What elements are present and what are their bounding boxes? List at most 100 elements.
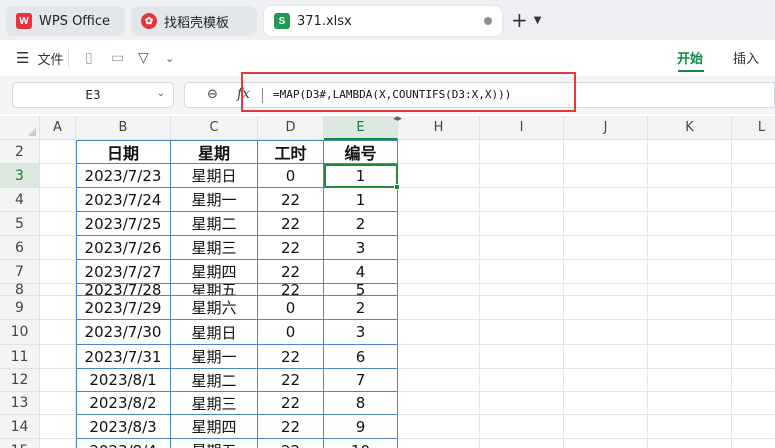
cell-empty[interactable]	[732, 260, 775, 284]
table-cell[interactable]: 10	[324, 439, 398, 448]
column-header[interactable]: E	[324, 116, 398, 140]
cell-empty[interactable]	[564, 260, 648, 284]
cell-empty[interactable]	[732, 140, 775, 164]
table-cell[interactable]: 3	[324, 320, 398, 345]
table-cell[interactable]: 22	[258, 439, 324, 448]
table-cell[interactable]: 2023/8/4	[76, 439, 171, 448]
cell-empty[interactable]	[732, 320, 775, 345]
zoom-search-icon[interactable]: ⊖	[207, 87, 218, 102]
table-cell[interactable]: 7	[324, 369, 398, 392]
cell-empty[interactable]	[648, 415, 732, 439]
cell-empty[interactable]	[648, 284, 732, 296]
formula-bar[interactable]: ⊖ fx =MAP(D3#,LAMBDA(X,COUNTIFS(D3:X,X))…	[184, 82, 775, 108]
column-header[interactable]: H	[398, 116, 480, 140]
cell-empty[interactable]	[564, 188, 648, 212]
cell-empty[interactable]	[398, 320, 480, 345]
table-cell[interactable]: 2023/7/29	[76, 296, 171, 320]
table-cell[interactable]: 星期三	[171, 392, 258, 415]
cell-empty[interactable]	[732, 439, 775, 448]
table-cell[interactable]: 3	[324, 236, 398, 260]
table-cell[interactable]: 2023/7/28	[76, 284, 171, 296]
cell-empty[interactable]	[564, 439, 648, 448]
cell-empty[interactable]	[564, 212, 648, 236]
column-header[interactable]: I	[480, 116, 564, 140]
column-header[interactable]: J	[564, 116, 648, 140]
row-header[interactable]: 7	[0, 260, 40, 284]
tab-spreadsheet[interactable]: S 371.xlsx	[264, 6, 502, 36]
row-header[interactable]: 3	[0, 164, 40, 188]
table-header-cell[interactable]: 工时	[258, 140, 324, 164]
cell-empty[interactable]	[732, 212, 775, 236]
paste-icon[interactable]: ▭	[111, 48, 124, 68]
table-header-cell[interactable]: 日期	[76, 140, 171, 164]
table-cell[interactable]: 2023/8/1	[76, 369, 171, 392]
cell-empty[interactable]	[480, 140, 564, 164]
chevron-down-icon[interactable]: ▼	[534, 15, 542, 26]
table-cell[interactable]: 星期四	[171, 415, 258, 439]
select-all-corner[interactable]	[0, 116, 40, 140]
table-cell[interactable]: 1	[324, 188, 398, 212]
cell-empty[interactable]	[398, 415, 480, 439]
cell-empty[interactable]	[480, 236, 564, 260]
name-box[interactable]: E3 ⌄	[12, 82, 174, 108]
cell-empty[interactable]	[648, 212, 732, 236]
cell-empty[interactable]	[648, 140, 732, 164]
close-tab-icon[interactable]	[484, 17, 492, 25]
cell-empty[interactable]	[40, 188, 76, 212]
cell-empty[interactable]	[732, 369, 775, 392]
cell-empty[interactable]	[732, 236, 775, 260]
cell-empty[interactable]	[40, 345, 76, 369]
table-cell[interactable]: 8	[324, 392, 398, 415]
cell-empty[interactable]	[732, 284, 775, 296]
row-header[interactable]: 9	[0, 296, 40, 320]
cell-empty[interactable]	[40, 140, 76, 164]
cell-empty[interactable]	[398, 164, 480, 188]
table-cell[interactable]: 星期二	[171, 369, 258, 392]
cell-empty[interactable]	[648, 345, 732, 369]
table-cell[interactable]: 星期一	[171, 188, 258, 212]
cell-empty[interactable]	[480, 439, 564, 448]
cell-empty[interactable]	[40, 284, 76, 296]
cell-empty[interactable]	[40, 296, 76, 320]
row-header[interactable]: 8	[0, 282, 40, 298]
table-cell[interactable]: 22	[258, 345, 324, 369]
cell-empty[interactable]	[480, 345, 564, 369]
table-cell[interactable]: 2023/8/3	[76, 415, 171, 439]
cell-empty[interactable]	[40, 236, 76, 260]
row-header[interactable]: 11	[0, 345, 40, 369]
cell-empty[interactable]	[40, 260, 76, 284]
fill-handle[interactable]	[394, 184, 400, 190]
table-cell[interactable]: 0	[258, 320, 324, 345]
cell-empty[interactable]	[564, 284, 648, 296]
row-header[interactable]: 2	[0, 140, 40, 164]
cell-empty[interactable]	[40, 164, 76, 188]
ribbon-tab-home[interactable]: 开始	[677, 48, 703, 67]
cell-empty[interactable]	[40, 439, 76, 448]
cell-empty[interactable]	[398, 140, 480, 164]
cell-empty[interactable]	[398, 260, 480, 284]
cell-empty[interactable]	[480, 260, 564, 284]
cell-empty[interactable]	[732, 392, 775, 415]
table-cell[interactable]: 0	[258, 296, 324, 320]
row-header[interactable]: 4	[0, 188, 40, 212]
column-header[interactable]: B	[76, 116, 171, 140]
cell-empty[interactable]	[480, 369, 564, 392]
cell-empty[interactable]	[732, 345, 775, 369]
cell-empty[interactable]	[480, 392, 564, 415]
cell-empty[interactable]	[564, 236, 648, 260]
table-header-cell[interactable]: 星期	[171, 140, 258, 164]
table-cell[interactable]: 0	[258, 164, 324, 188]
cell-empty[interactable]	[732, 415, 775, 439]
cell-empty[interactable]	[398, 296, 480, 320]
table-cell[interactable]: 22	[258, 260, 324, 284]
tab-wps-office[interactable]: W WPS Office	[6, 6, 125, 36]
cell-empty[interactable]	[480, 164, 564, 188]
table-cell[interactable]: 1	[324, 164, 398, 188]
column-header[interactable]: C	[171, 116, 258, 140]
cell-empty[interactable]	[648, 392, 732, 415]
row-header[interactable]: 5	[0, 212, 40, 236]
cell-empty[interactable]	[398, 212, 480, 236]
cell-empty[interactable]	[398, 392, 480, 415]
cell-empty[interactable]	[480, 415, 564, 439]
cell-empty[interactable]	[398, 236, 480, 260]
